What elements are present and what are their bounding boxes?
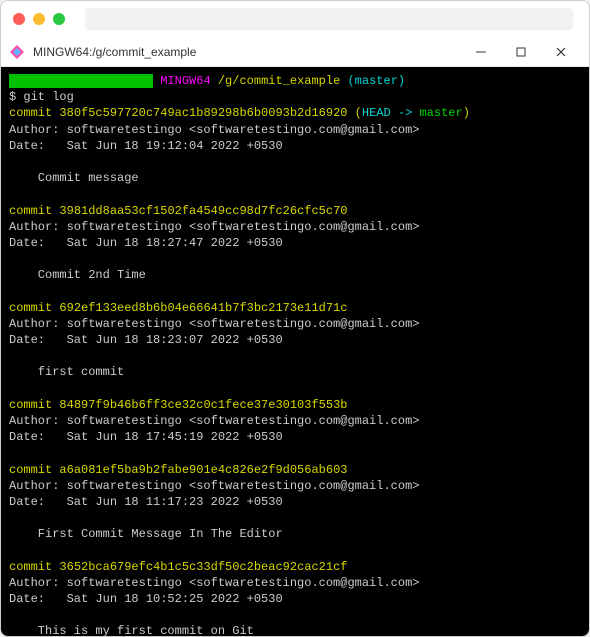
commit-hash: 84897f9b46b6ff3ce32c0c1fece37e30103f553b <box>59 398 347 412</box>
commit-hash: 380f5c597720c749ac1b89298b6b0093b2d16920 <box>59 106 347 120</box>
commit-message: Commit message <box>9 170 581 186</box>
prompt-env: MINGW64 <box>160 74 210 88</box>
commit-prefix: commit <box>9 398 59 412</box>
date-line: Date: Sat Jun 18 18:23:07 2022 +0530 <box>9 332 581 348</box>
date-line: Date: Sat Jun 18 10:52:25 2022 +0530 <box>9 591 581 607</box>
commit-hash: a6a081ef5ba9b2fabe901e4c826e2f9d056ab603 <box>59 463 347 477</box>
commit-hash: 3981dd8aa53cf1502fa4549cc98d7fc26cfc5c70 <box>59 204 347 218</box>
address-bar[interactable] <box>85 8 573 30</box>
commit-line: commit 3981dd8aa53cf1502fa4549cc98d7fc26… <box>9 203 581 219</box>
maximize-window-button[interactable] <box>53 13 65 25</box>
close-window-button[interactable] <box>13 13 25 25</box>
prompt-userhost <box>9 74 153 88</box>
prompt-line: MINGW64 /g/commit_example (master) <box>9 73 581 89</box>
date-line: Date: Sat Jun 18 19:12:04 2022 +0530 <box>9 138 581 154</box>
commit-prefix: commit <box>9 560 59 574</box>
command-text: git log <box>23 90 73 104</box>
commit-prefix: commit <box>9 204 59 218</box>
author-line: Author: softwaretestingo <softwaretestin… <box>9 478 581 494</box>
terminal-body[interactable]: MINGW64 /g/commit_example (master)$ git … <box>1 67 589 636</box>
commit-line: commit 3652bca679efc4b1c5c33df50c2beac92… <box>9 559 581 575</box>
commit-line: commit 380f5c597720c749ac1b89298b6b0093b… <box>9 105 581 121</box>
head-ref: HEAD -> <box>362 106 420 120</box>
commit-prefix: commit <box>9 463 59 477</box>
window-controls <box>461 37 581 67</box>
minimize-button[interactable] <box>461 37 501 67</box>
author-line: Author: softwaretestingo <softwaretestin… <box>9 316 581 332</box>
commit-hash: 3652bca679efc4b1c5c33df50c2beac92cac21cf <box>59 560 347 574</box>
commit-message: This is my first commit on Git <box>9 623 581 636</box>
commit-line: commit a6a081ef5ba9b2fabe901e4c826e2f9d0… <box>9 462 581 478</box>
app-title: MINGW64:/g/commit_example <box>33 45 461 59</box>
restore-button[interactable] <box>501 37 541 67</box>
commit-message: First Commit Message In The Editor <box>9 526 581 542</box>
author-line: Author: softwaretestingo <softwaretestin… <box>9 219 581 235</box>
close-button[interactable] <box>541 37 581 67</box>
date-line: Date: Sat Jun 18 11:17:23 2022 +0530 <box>9 494 581 510</box>
app-window: MINGW64:/g/commit_example MINGW64 /g/com… <box>0 0 590 637</box>
date-line: Date: Sat Jun 18 18:27:47 2022 +0530 <box>9 235 581 251</box>
commit-line: commit 84897f9b46b6ff3ce32c0c1fece37e301… <box>9 397 581 413</box>
author-line: Author: softwaretestingo <softwaretestin… <box>9 122 581 138</box>
prompt-dollar: $ <box>9 90 23 104</box>
command-line: $ git log <box>9 89 581 105</box>
date-line: Date: Sat Jun 18 17:45:19 2022 +0530 <box>9 429 581 445</box>
commit-hash: 692ef133eed8b6b04e66641b7f3bc2173e11d71c <box>59 301 347 315</box>
prompt-branch: (master) <box>347 74 405 88</box>
mac-titlebar <box>1 1 589 37</box>
app-icon <box>9 44 25 60</box>
minimize-window-button[interactable] <box>33 13 45 25</box>
win-titlebar: MINGW64:/g/commit_example <box>1 37 589 67</box>
head-close: ) <box>463 106 470 120</box>
prompt-path: /g/commit_example <box>211 74 348 88</box>
commit-prefix: commit <box>9 106 59 120</box>
commit-line: commit 692ef133eed8b6b04e66641b7f3bc2173… <box>9 300 581 316</box>
commit-prefix: commit <box>9 301 59 315</box>
commit-message: Commit 2nd Time <box>9 267 581 283</box>
commit-message: first commit <box>9 364 581 380</box>
head-open: ( <box>347 106 361 120</box>
head-branch: master <box>419 106 462 120</box>
author-line: Author: softwaretestingo <softwaretestin… <box>9 575 581 591</box>
author-line: Author: softwaretestingo <softwaretestin… <box>9 413 581 429</box>
